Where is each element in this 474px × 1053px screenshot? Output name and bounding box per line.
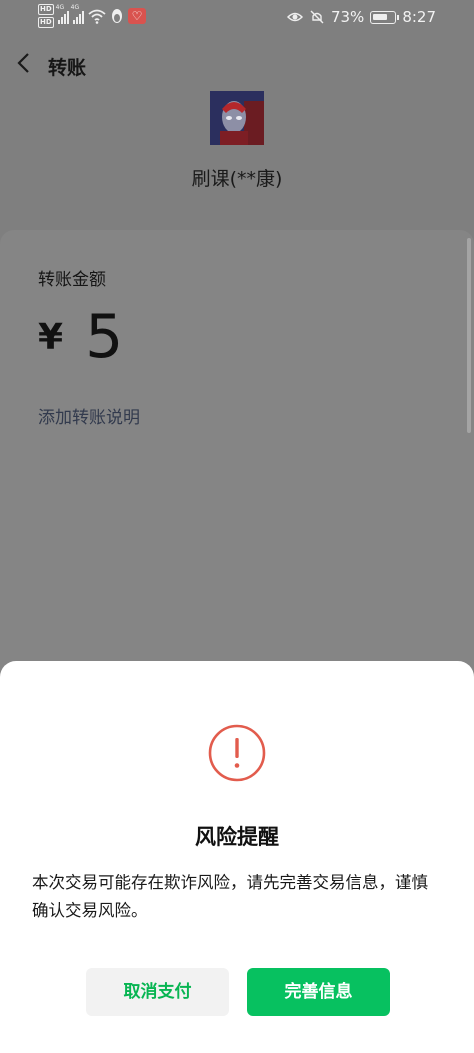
avatar-image [210, 91, 264, 145]
status-right: 73% 8:27 [286, 8, 436, 26]
app-badge-icon [127, 8, 146, 24]
status-left: HD HD 4G 4G [38, 4, 146, 28]
amount-label: 转账金额 [38, 270, 106, 290]
dialog-title: 风险提醒 [195, 825, 279, 849]
battery-icon [370, 10, 400, 24]
add-note-link[interactable]: 添加转账说明 [38, 403, 140, 428]
payee-avatar [210, 91, 264, 145]
clock: 8:27 [402, 8, 436, 26]
mute-icon [310, 10, 324, 24]
hd-badge: HD [38, 4, 54, 15]
dialog-message: 本次交易可能存在欺诈风险，请先完善交易信息，谨慎确认交易风险。 [32, 873, 428, 920]
signal-icon: 4G [71, 4, 84, 24]
back-arrow-icon[interactable] [14, 52, 34, 74]
network-type: 4G [70, 4, 80, 11]
page-title: 转账 [48, 57, 87, 79]
wifi-icon [88, 9, 106, 24]
complete-info-button[interactable]: 完善信息 [247, 968, 390, 1016]
battery-percent: 73% [330, 8, 365, 26]
nav-bar: 转账 [0, 44, 474, 84]
transfer-screen: HD HD 4G 4G ♡ 73% 8:27 转账 刷课(**康) 转账金额 ¥… [0, 0, 474, 1053]
signal-icon: 4G [56, 4, 69, 24]
penguin-icon [111, 9, 122, 23]
hd-indicators: HD HD [38, 4, 54, 28]
payee-name: 刷课(**康) [191, 168, 283, 190]
scrollbar [467, 238, 471, 433]
eye-icon [286, 12, 303, 22]
status-bar: HD HD 4G 4G ♡ 73% 8:27 [0, 0, 474, 34]
amount-input[interactable]: ¥ 5 [38, 302, 123, 372]
amount-value: 5 [85, 302, 124, 372]
cancel-payment-button[interactable]: 取消支付 [86, 968, 229, 1016]
network-type: 4G [55, 4, 65, 11]
currency-symbol: ¥ [38, 316, 64, 358]
risk-dialog: 风险提醒 本次交易可能存在欺诈风险，请先完善交易信息，谨慎确认交易风险。 取消支… [0, 661, 474, 1053]
hd-badge: HD [38, 17, 54, 28]
warning-icon [208, 724, 266, 782]
